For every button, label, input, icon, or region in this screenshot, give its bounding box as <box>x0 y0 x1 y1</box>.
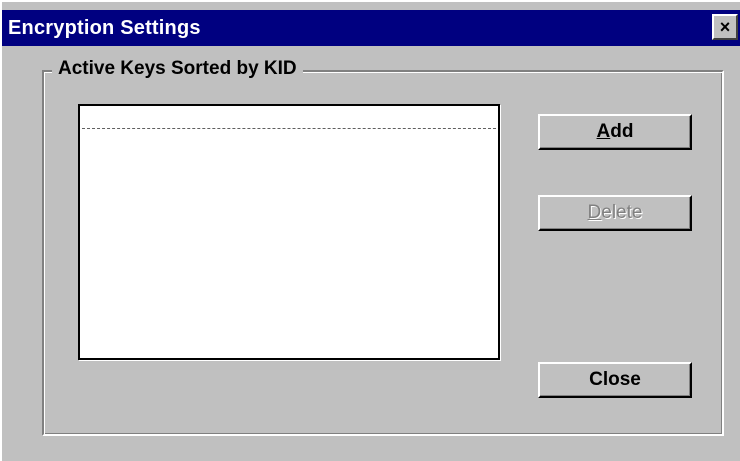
delete-button[interactable]: Delete <box>538 195 692 231</box>
add-button-label: Add <box>596 121 634 142</box>
close-button[interactable]: Close <box>538 362 692 398</box>
close-button-label: Close <box>589 369 641 390</box>
active-keys-group-label: Active Keys Sorted by KID <box>52 58 303 80</box>
add-button[interactable]: Add <box>538 114 692 150</box>
list-focus-row[interactable] <box>82 108 496 129</box>
close-window-button[interactable]: × <box>712 14 738 40</box>
close-icon: × <box>719 17 731 37</box>
encryption-settings-dialog: Encryption Settings × Active Keys Sorted… <box>0 0 740 461</box>
title-bar[interactable]: Encryption Settings × <box>2 10 740 46</box>
window-title: Encryption Settings <box>8 16 201 39</box>
active-keys-list[interactable] <box>78 104 500 360</box>
delete-button-label: Delete <box>587 202 643 223</box>
